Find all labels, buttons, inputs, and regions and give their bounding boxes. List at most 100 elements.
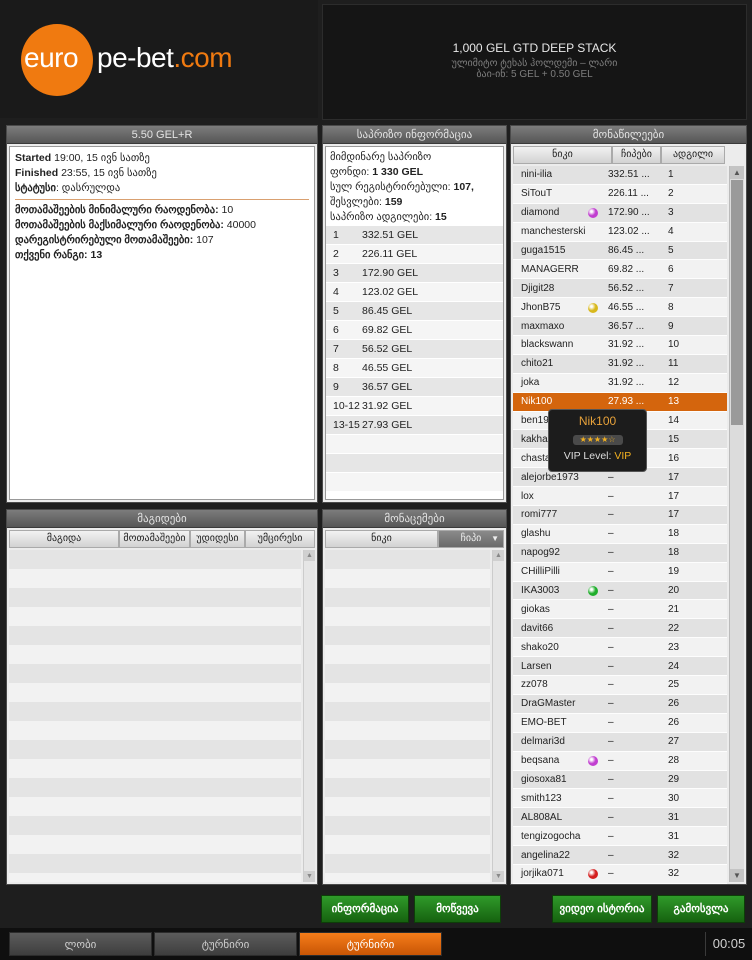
max-players-value: 40000 (223, 219, 256, 231)
tab-tournament-1[interactable]: ტურნირი (154, 932, 297, 956)
tournament-info-panel: 5.50 GEL+R Started 19:00, 15 ივნ სათზე F… (6, 125, 318, 503)
player-row[interactable]: lox – 17 (513, 487, 727, 507)
player-place: 32 (668, 849, 680, 861)
player-place: 18 (668, 547, 680, 559)
player-row[interactable]: beqsana –28 (513, 751, 727, 771)
player-row[interactable]: DraGMaster – 26 (513, 694, 727, 714)
prize-entries-value: 159 (381, 196, 403, 208)
player-nick: davit66 (521, 622, 554, 634)
table-players-scrollbar[interactable]: ▲ ▼ (492, 550, 504, 882)
player-row[interactable]: EMO-BET – 26 (513, 713, 727, 733)
player-nick: blackswann (521, 339, 574, 351)
player-row[interactable]: Djigit28 56.52 ... 7 (513, 279, 727, 299)
players-scroll-thumb[interactable] (731, 180, 743, 425)
vip-label: VIP Level: (563, 450, 612, 462)
col-nick-header[interactable]: ნიკი (513, 146, 612, 164)
player-row[interactable]: angelina22 – 32 (513, 846, 727, 865)
player-place: 11 (668, 358, 679, 370)
player-row[interactable]: jorjika071–32 (513, 864, 727, 884)
tab-lobby[interactable]: ლობი (9, 932, 152, 956)
player-row[interactable]: manchesterski 123.02 ... 4 (513, 222, 727, 242)
player-row[interactable]: IKA3003–20 (513, 581, 727, 601)
max-players-label: მოთამაშეების მაქსიმალური რაოდენობა: (15, 219, 224, 231)
col-chips-label: ჩიპი (460, 533, 482, 544)
player-row[interactable]: tengizogocha – 31 (513, 827, 727, 847)
player-place: 17 (668, 509, 680, 521)
col-chips-header[interactable]: ჩიპი ▼ (438, 530, 504, 548)
player-row[interactable]: napog92 – 18 (513, 543, 727, 563)
player-chips-value: 123.02 ... (608, 226, 650, 238)
player-chips: – (601, 472, 659, 483)
player-row[interactable]: chito21 31.92 ... 11 (513, 354, 727, 374)
tables-scrollbar[interactable]: ▲ ▼ (303, 550, 315, 882)
exit-button[interactable]: გამოსვლა (657, 895, 745, 923)
player-row[interactable]: davit66 – 22 (513, 619, 727, 639)
player-row[interactable]: smith123 – 30 (513, 789, 727, 809)
player-chips: – (588, 755, 659, 767)
scroll-up-arrow-icon[interactable]: ▲ (304, 550, 315, 561)
player-row[interactable]: giokas – 21 (513, 600, 727, 620)
player-chips-value: – (608, 698, 614, 710)
status-dot-icon (588, 586, 598, 597)
player-chips: – (601, 547, 659, 558)
scroll-down-arrow-icon[interactable]: ▼ (730, 869, 744, 882)
col-place-header[interactable]: ადგილი (661, 146, 725, 164)
scroll-up-arrow-icon[interactable]: ▲ (730, 166, 744, 179)
sort-arrow-icon[interactable]: ▼ (491, 531, 499, 547)
tables-panel: მაგიდები მაგიდა მოთამაშეები უდიდესი უმცი… (6, 509, 318, 885)
player-row[interactable]: zz078 – 25 (513, 676, 727, 695)
player-place: 15 (668, 433, 680, 445)
player-place: 27 (668, 736, 680, 748)
scroll-down-arrow-icon[interactable]: ▼ (493, 871, 504, 882)
player-row[interactable]: blackswann 31.92 ... 10 (513, 336, 727, 355)
player-row[interactable]: glashu – 18 (513, 524, 727, 544)
player-chips: – (601, 604, 659, 615)
player-row[interactable]: joka 31.92 ... 12 (513, 373, 727, 393)
player-row[interactable]: guga1515 86.45 ... 5 (513, 241, 727, 261)
player-row[interactable]: giosoxa81 – 29 (513, 770, 727, 790)
player-row[interactable]: JhonB75 46.55 ... 8 (513, 298, 727, 318)
player-chips-value: – (608, 547, 614, 559)
player-row[interactable]: Larsen – 24 (513, 657, 727, 677)
col-chips-header[interactable]: ჩიპები (612, 146, 661, 164)
col-largest-header[interactable]: უდიდესი (190, 530, 245, 548)
player-row[interactable]: shako20 – 23 (513, 638, 727, 658)
info-button[interactable]: ინფორმაცია (321, 895, 409, 923)
player-chips-value: – (608, 660, 614, 672)
col-players-header[interactable]: მოთამაშეები (119, 530, 190, 548)
player-chips-value: – (608, 736, 614, 748)
col-smallest-header[interactable]: უმცირესი (245, 530, 315, 548)
col-table-header[interactable]: მაგიდა (9, 530, 119, 548)
logo-text-pebet: pe-bet (97, 42, 174, 73)
player-place: 8 (668, 301, 674, 313)
player-place: 25 (668, 679, 680, 691)
invite-button[interactable]: მოწვევა (414, 895, 501, 923)
players-table-header: ნიკი ჩიპები ადგილი (513, 146, 744, 164)
col-nick-header[interactable]: ნიკი (325, 530, 438, 548)
player-row[interactable]: SiTouT 226.11 ... 2 (513, 184, 727, 204)
tab-tournament-2[interactable]: ტურნირი (299, 932, 442, 956)
player-nick: EMO-BET (521, 717, 567, 729)
player-row[interactable]: CHilliPilli – 19 (513, 562, 727, 582)
status-dot-icon (588, 756, 598, 767)
scroll-down-arrow-icon[interactable]: ▼ (304, 871, 315, 882)
player-row[interactable]: nini-ilia 332.51 ... 1 (513, 166, 727, 185)
logo-text-domain: pe-bet.com (97, 42, 233, 74)
player-row[interactable]: MANAGERR 69.82 ... 6 (513, 260, 727, 280)
prize-row: 13-15 27.93 GEL (326, 416, 503, 435)
scroll-up-arrow-icon[interactable]: ▲ (493, 550, 504, 561)
player-chips: 56.52 ... (601, 283, 659, 294)
players-panel: მონაწილეები ნიკი ჩიპები ადგილი nini-ilia… (510, 125, 747, 885)
player-row[interactable]: delmari3d – 27 (513, 732, 727, 752)
finished-line: Finished 23:55, 15 ივნ სათზე (15, 166, 309, 181)
player-row[interactable]: romi777 – 17 (513, 506, 727, 525)
video-history-button[interactable]: ვიდეო ისტორია (552, 895, 652, 923)
player-nick: manchesterski (521, 226, 586, 238)
player-nick: Nik100 (521, 396, 553, 408)
players-scrollbar[interactable]: ▲ ▼ (729, 166, 744, 882)
player-row[interactable]: diamond 172.90 ... 3 (513, 203, 727, 223)
prize-fund-value: 1 330 GEL (369, 166, 424, 178)
prize-info-title: საპრიზო ინფორმაცია (323, 126, 506, 144)
player-row[interactable]: maxmaxo 36.57 ... 9 (513, 317, 727, 337)
player-row[interactable]: AL808AL – 31 (513, 808, 727, 828)
